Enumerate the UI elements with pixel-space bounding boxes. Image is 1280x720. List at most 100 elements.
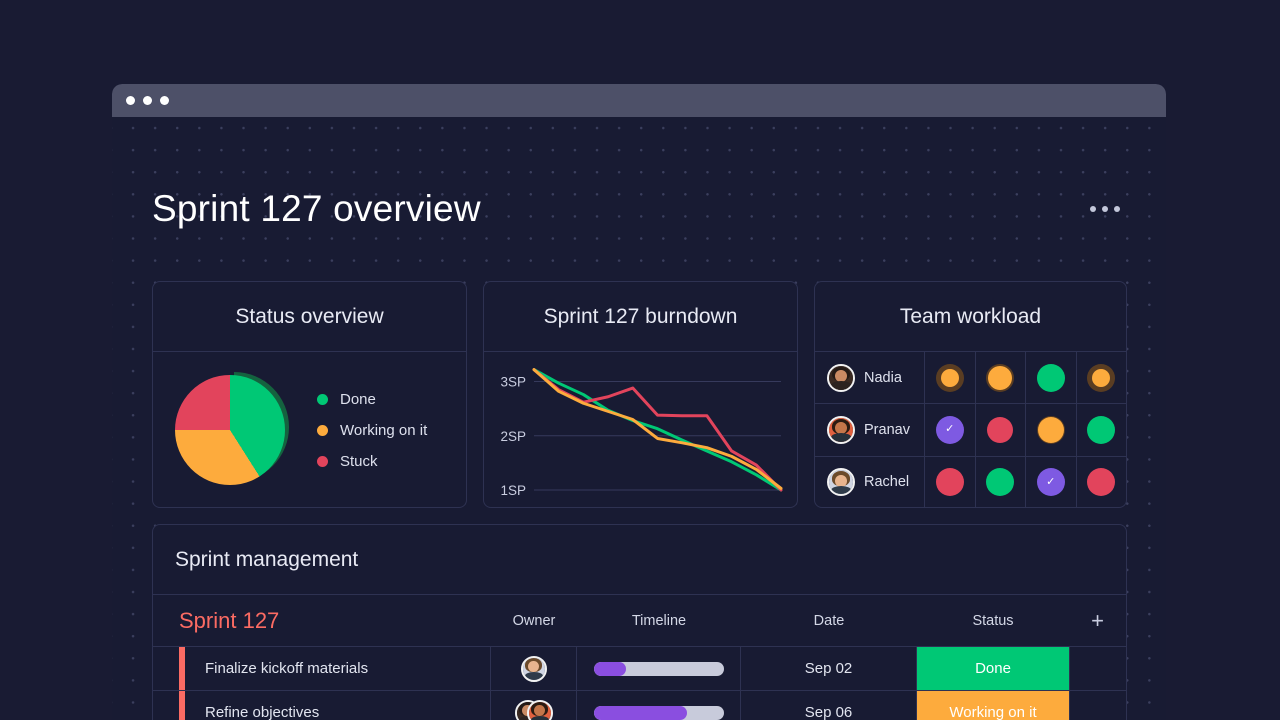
- workload-status-dot-stuck: [1087, 468, 1116, 497]
- timeline-progress-fill: [593, 705, 688, 720]
- workload-cell[interactable]: ✓: [925, 404, 976, 456]
- app-window: Sprint 127 overview Status overview Done…: [112, 84, 1166, 720]
- legend-swatch-working-on-it: [317, 424, 328, 436]
- task-name-cell[interactable]: Finalize kickoff materials: [185, 647, 491, 690]
- group-title-sprint-127[interactable]: Sprint 127: [153, 608, 491, 634]
- workload-member-rachel[interactable]: Rachel: [815, 456, 925, 507]
- workload-member-pranav[interactable]: Pranav: [815, 404, 925, 456]
- burndown-svg: 1SP 2SP 3SP: [500, 368, 783, 498]
- sprint-table: Sprint 127 Owner Timeline Date Status + …: [153, 595, 1126, 720]
- y-axis-tick-label: 2SP: [500, 429, 526, 444]
- column-header-date[interactable]: Date: [741, 613, 917, 629]
- card-team-workload: Team workload Nadia Pranav ✓ Rachel ✓: [814, 281, 1127, 508]
- workload-cell[interactable]: [1026, 404, 1077, 456]
- plus-icon: +: [1091, 607, 1104, 633]
- column-header-owner[interactable]: Owner: [491, 613, 577, 629]
- workload-row: Nadia: [815, 352, 1127, 405]
- timeline-cell[interactable]: [577, 691, 741, 720]
- table-body: Finalize kickoff materials Sep 02 Done Ref…: [153, 647, 1126, 720]
- workload-member-name: Rachel: [864, 474, 910, 491]
- workload-cell[interactable]: [925, 456, 976, 507]
- date-cell[interactable]: Sep 02: [741, 647, 917, 690]
- dot-3: [1114, 206, 1120, 212]
- owner-cell[interactable]: [491, 691, 577, 720]
- workload-status-dot-stuck: [935, 468, 964, 497]
- window-dot-close[interactable]: [126, 96, 135, 105]
- owner-avatar-stack: [520, 655, 547, 682]
- table-row[interactable]: Refine objectives Sep 06 Working on it: [153, 691, 1126, 720]
- workload-cell[interactable]: [1077, 457, 1127, 507]
- card-status-overview: Status overview Done Working on it Stuck: [152, 281, 467, 508]
- workload-cell[interactable]: [976, 456, 1026, 507]
- dot-1: [1090, 206, 1096, 212]
- add-column-button[interactable]: +: [1069, 607, 1126, 633]
- legend-swatch-done: [317, 393, 328, 405]
- dot-2: [1102, 206, 1108, 212]
- timeline-progress-fill: [593, 661, 626, 676]
- workload-status-dot-checked: ✓: [1036, 468, 1065, 497]
- burndown-line-green: [532, 368, 783, 492]
- card-sprint-management: Sprint management Sprint 127 Owner Timel…: [152, 524, 1127, 720]
- workload-status-dot-stuck: [987, 416, 1014, 443]
- column-header-status[interactable]: Status: [917, 613, 1069, 629]
- timeline-track: [593, 661, 724, 676]
- workload-status-dot-working: [1092, 368, 1111, 387]
- workload-status-dot-working: [988, 365, 1013, 390]
- card-title-sprint-management: Sprint management: [153, 525, 1126, 595]
- date-cell[interactable]: Sep 06: [741, 691, 917, 720]
- y-axis-tick-label: 3SP: [500, 375, 526, 390]
- workload-cell[interactable]: [925, 352, 976, 404]
- window-dot-maximize[interactable]: [160, 96, 169, 105]
- y-axis-tick-label: 1SP: [500, 483, 526, 498]
- more-options-icon[interactable]: [1084, 198, 1126, 220]
- workload-member-nadia[interactable]: Nadia: [815, 352, 925, 404]
- task-name-cell[interactable]: Refine objectives: [185, 691, 491, 720]
- workload-cell[interactable]: [976, 404, 1026, 456]
- legend-item-stuck[interactable]: Stuck: [317, 453, 427, 470]
- workload-row: Rachel ✓: [815, 456, 1127, 507]
- avatar-shoulders: [831, 381, 851, 390]
- avatar[interactable]: [827, 363, 855, 392]
- legend-label-stuck: Stuck: [340, 452, 378, 470]
- legend-label-done: Done: [340, 390, 376, 408]
- row-end-cell: [1069, 647, 1126, 690]
- legend-label-working-on-it: Working on it: [340, 421, 428, 439]
- avatar[interactable]: [526, 699, 553, 720]
- owner-avatar-stack: [514, 699, 553, 720]
- table-row[interactable]: Finalize kickoff materials Sep 02 Done: [153, 647, 1126, 691]
- workload-cell[interactable]: [1026, 352, 1077, 404]
- avatar[interactable]: [827, 468, 855, 497]
- card-title-status-overview: Status overview: [153, 282, 466, 352]
- avatar-shoulders: [831, 433, 851, 442]
- workload-status-dot-done: [986, 468, 1015, 497]
- screenshot-root: Sprint 127 overview Status overview Done…: [0, 0, 1280, 720]
- timeline-cell[interactable]: [577, 647, 741, 690]
- workload-cell[interactable]: ✓: [1026, 456, 1077, 507]
- avatar[interactable]: [520, 655, 547, 682]
- pie-chart: [175, 372, 289, 485]
- avatar-shoulders: [524, 671, 543, 680]
- timeline-track: [593, 705, 724, 720]
- workload-member-name: Pranav: [864, 421, 910, 438]
- workload-cell[interactable]: [976, 352, 1026, 404]
- check-icon: ✓: [945, 423, 955, 436]
- status-overview-body: Done Working on it Stuck: [153, 352, 466, 507]
- workload-cell[interactable]: [1077, 352, 1127, 403]
- row-end-cell: [1069, 691, 1126, 720]
- legend-item-done[interactable]: Done: [317, 391, 427, 408]
- avatar[interactable]: [827, 415, 855, 444]
- table-header-row: Sprint 127 Owner Timeline Date Status +: [153, 595, 1126, 647]
- legend-swatch-stuck: [317, 455, 328, 467]
- status-cell[interactable]: Working on it: [917, 691, 1069, 720]
- window-dot-minimize[interactable]: [143, 96, 152, 105]
- owner-cell[interactable]: [491, 647, 577, 690]
- legend-item-working-on-it[interactable]: Working on it: [317, 422, 427, 439]
- avatar-shoulders: [530, 715, 549, 720]
- workload-grid: Nadia Pranav ✓ Rachel ✓: [815, 352, 1127, 507]
- card-title-team-workload: Team workload: [815, 282, 1126, 352]
- workload-cell[interactable]: [1077, 404, 1127, 455]
- workload-status-dot-working: [1037, 416, 1064, 443]
- board-header: Sprint 127 overview: [152, 179, 1126, 239]
- column-header-timeline[interactable]: Timeline: [577, 613, 741, 629]
- status-cell[interactable]: Done: [917, 647, 1069, 690]
